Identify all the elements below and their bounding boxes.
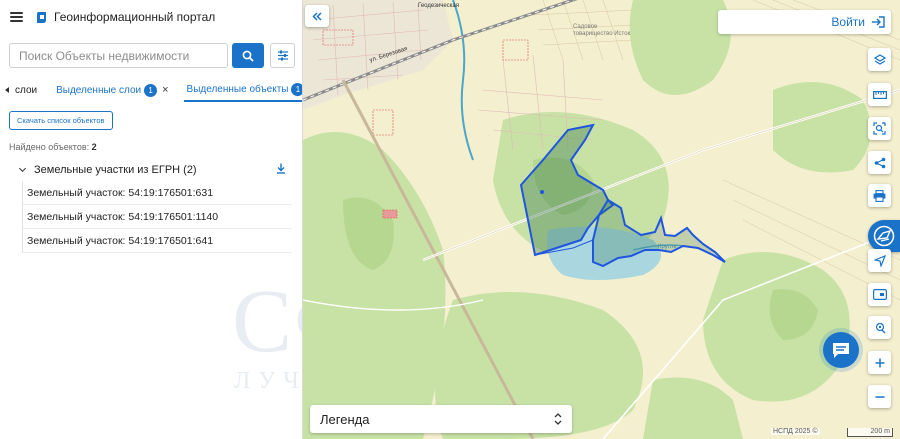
zoom-in-button[interactable] <box>868 351 891 374</box>
app-header: Геоинформационный портал <box>0 0 302 34</box>
road-label: Геодезическая <box>418 3 460 9</box>
filter-sliders-icon <box>277 50 288 61</box>
chat-button[interactable] <box>823 332 859 368</box>
map-attribution: НСПД 2025 © <box>771 428 820 435</box>
scroll-left-icon[interactable] <box>5 87 9 93</box>
legend-panel[interactable]: Легенда <box>310 405 572 433</box>
object-list: Земельный участок: 54:19:176501:631 Земе… <box>22 181 292 253</box>
list-item[interactable]: Земельный участок: 54:19:176501:631 <box>23 181 292 205</box>
scale-bar: 200 m <box>847 428 893 437</box>
tab-selected-objects[interactable]: Выделенные объекты 1 × <box>183 78 302 102</box>
map-view[interactable]: ул. Березовая Геодезическая Садовое това… <box>303 0 900 439</box>
layers-button[interactable] <box>868 48 891 71</box>
layers-icon <box>873 53 886 65</box>
collapse-panel-button[interactable] <box>305 5 329 27</box>
select-area-icon <box>873 122 886 135</box>
download-icon[interactable] <box>276 163 286 177</box>
expand-collapse-icon[interactable] <box>554 413 562 425</box>
print-button[interactable] <box>868 184 891 207</box>
village-label: Садовое товарищество Исток <box>573 24 631 37</box>
list-item[interactable]: Земельный участок: 54:19:176501:641 <box>23 229 292 253</box>
print-icon <box>873 189 886 202</box>
search-button[interactable] <box>232 43 264 68</box>
zoom-in-icon <box>875 358 884 367</box>
login-label: Войти <box>831 15 865 29</box>
app-title: Геоинформационный портал <box>54 10 216 24</box>
search-bar <box>9 43 295 68</box>
widget-icon <box>872 289 887 300</box>
tab-layers[interactable]: слои <box>0 78 40 102</box>
navigate-button[interactable] <box>868 249 891 272</box>
login-button[interactable]: Войти <box>718 10 891 34</box>
search-input[interactable] <box>9 43 228 68</box>
cadastre-icon <box>873 225 895 247</box>
chat-icon <box>833 343 849 358</box>
found-number: 2 <box>91 142 97 152</box>
found-count: Найдено объектов: 2 <box>9 142 97 152</box>
search-icon <box>242 50 254 62</box>
tab-bar: слои Выделенные слои 1 × Выделенные объе… <box>0 78 302 102</box>
group-header[interactable]: Земельные участки из ЕГРН (2) <box>18 162 290 178</box>
close-icon[interactable]: × <box>162 84 168 96</box>
location-icon <box>875 322 885 333</box>
found-label: Найдено объектов: <box>9 142 90 152</box>
watermark-subtext: ЛУЧШЕЕ ВОЗМОЖНОСТИ <box>234 368 303 394</box>
share-button[interactable] <box>868 151 891 174</box>
location-button[interactable] <box>868 316 891 339</box>
select-area-button[interactable] <box>868 117 891 140</box>
tab-selected-layers[interactable]: Выделенные слои 1 × <box>53 78 171 102</box>
cadastre-button[interactable] <box>868 220 900 252</box>
ruler-button[interactable] <box>868 83 891 106</box>
ruler-icon <box>872 90 887 99</box>
side-panel: Геоинформационный портал слои Выделенные… <box>0 0 303 439</box>
tab-label: слои <box>15 84 38 96</box>
share-icon <box>874 157 885 168</box>
zoom-out-button[interactable] <box>868 385 891 408</box>
portal-logo-icon <box>35 11 48 24</box>
count-badge: 1 <box>291 82 302 96</box>
list-item[interactable]: Земельный участок: 54:19:176501:1140 <box>23 205 292 229</box>
filter-button[interactable] <box>270 43 295 68</box>
creek-label: Кругле <box>658 244 677 250</box>
watermark-text: СФЕРА <box>232 272 302 371</box>
legend-label: Легенда <box>320 411 370 427</box>
group-label: Земельные участки из ЕГРН (2) <box>34 164 197 176</box>
tab-label: Выделенные объекты <box>186 83 289 95</box>
widget-button[interactable] <box>868 283 891 306</box>
menu-icon[interactable] <box>10 12 23 22</box>
zoom-out-icon <box>875 395 884 398</box>
map-canvas[interactable] <box>303 0 900 439</box>
chevron-down-icon[interactable] <box>18 164 27 173</box>
download-list-button[interactable]: Скачать список объектов <box>9 111 113 130</box>
navigate-icon <box>873 254 886 267</box>
tab-label: Выделенные слои <box>56 84 142 96</box>
double-chevron-left-icon <box>312 11 322 21</box>
count-badge: 1 <box>144 83 158 97</box>
login-icon <box>872 16 885 28</box>
